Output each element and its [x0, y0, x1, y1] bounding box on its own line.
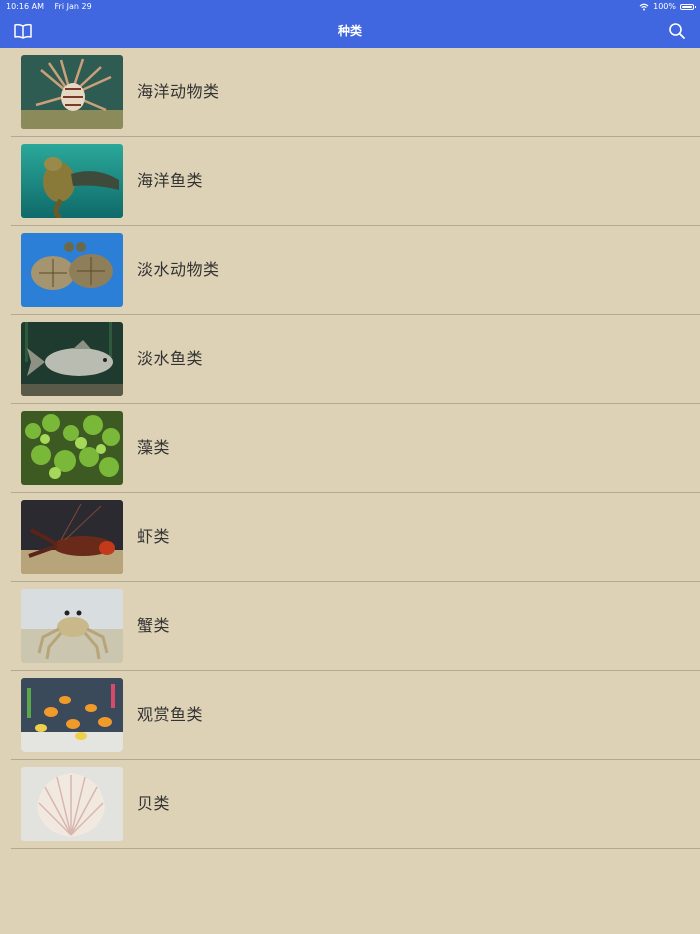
- lobster-image: [21, 500, 123, 574]
- status-time: 10:16 AM: [6, 2, 44, 11]
- list-item[interactable]: 虾类: [11, 493, 700, 582]
- battery-icon: [680, 4, 696, 10]
- category-label: 淡水动物类: [137, 260, 220, 279]
- category-label: 藻类: [137, 438, 171, 457]
- ornamental-fish-image: [21, 678, 123, 752]
- status-bar: 10:16 AM Fri Jan 29 100%: [0, 0, 700, 14]
- list-item[interactable]: 海洋动物类: [11, 48, 700, 137]
- category-label: 海洋鱼类: [137, 171, 204, 190]
- category-label: 观赏鱼类: [137, 705, 204, 724]
- category-label: 贝类: [137, 794, 171, 813]
- carp-image: [21, 322, 123, 396]
- list-item[interactable]: 贝类: [11, 760, 700, 849]
- sea-lion-image: [21, 144, 123, 218]
- list-item[interactable]: 藻类: [11, 404, 700, 493]
- category-list: 海洋动物类 海洋鱼类 淡水动物类 淡水鱼类 藻类 虾类 蟹类 观赏鱼类 贝类: [0, 48, 700, 849]
- category-label: 虾类: [137, 527, 171, 546]
- list-item[interactable]: 淡水动物类: [11, 226, 700, 315]
- list-item[interactable]: 淡水鱼类: [11, 315, 700, 404]
- navigation-bar: 种类: [0, 14, 700, 48]
- page-title: 种类: [337, 24, 362, 38]
- category-label: 淡水鱼类: [137, 349, 204, 368]
- category-label: 海洋动物类: [137, 82, 220, 101]
- turtles-image: [21, 233, 123, 307]
- lionfish-image: [21, 55, 123, 129]
- category-label: 蟹类: [137, 616, 171, 635]
- battery-percent: 100%: [653, 2, 676, 11]
- list-item[interactable]: 观赏鱼类: [11, 671, 700, 760]
- aquatic-plants-image: [21, 411, 123, 485]
- scallop-shell-image: [21, 767, 123, 841]
- crab-image: [21, 589, 123, 663]
- status-date: Fri Jan 29: [54, 2, 92, 11]
- list-item[interactable]: 海洋鱼类: [11, 137, 700, 226]
- wifi-icon: [639, 3, 649, 11]
- list-item[interactable]: 蟹类: [11, 582, 700, 671]
- search-icon[interactable]: [667, 21, 687, 41]
